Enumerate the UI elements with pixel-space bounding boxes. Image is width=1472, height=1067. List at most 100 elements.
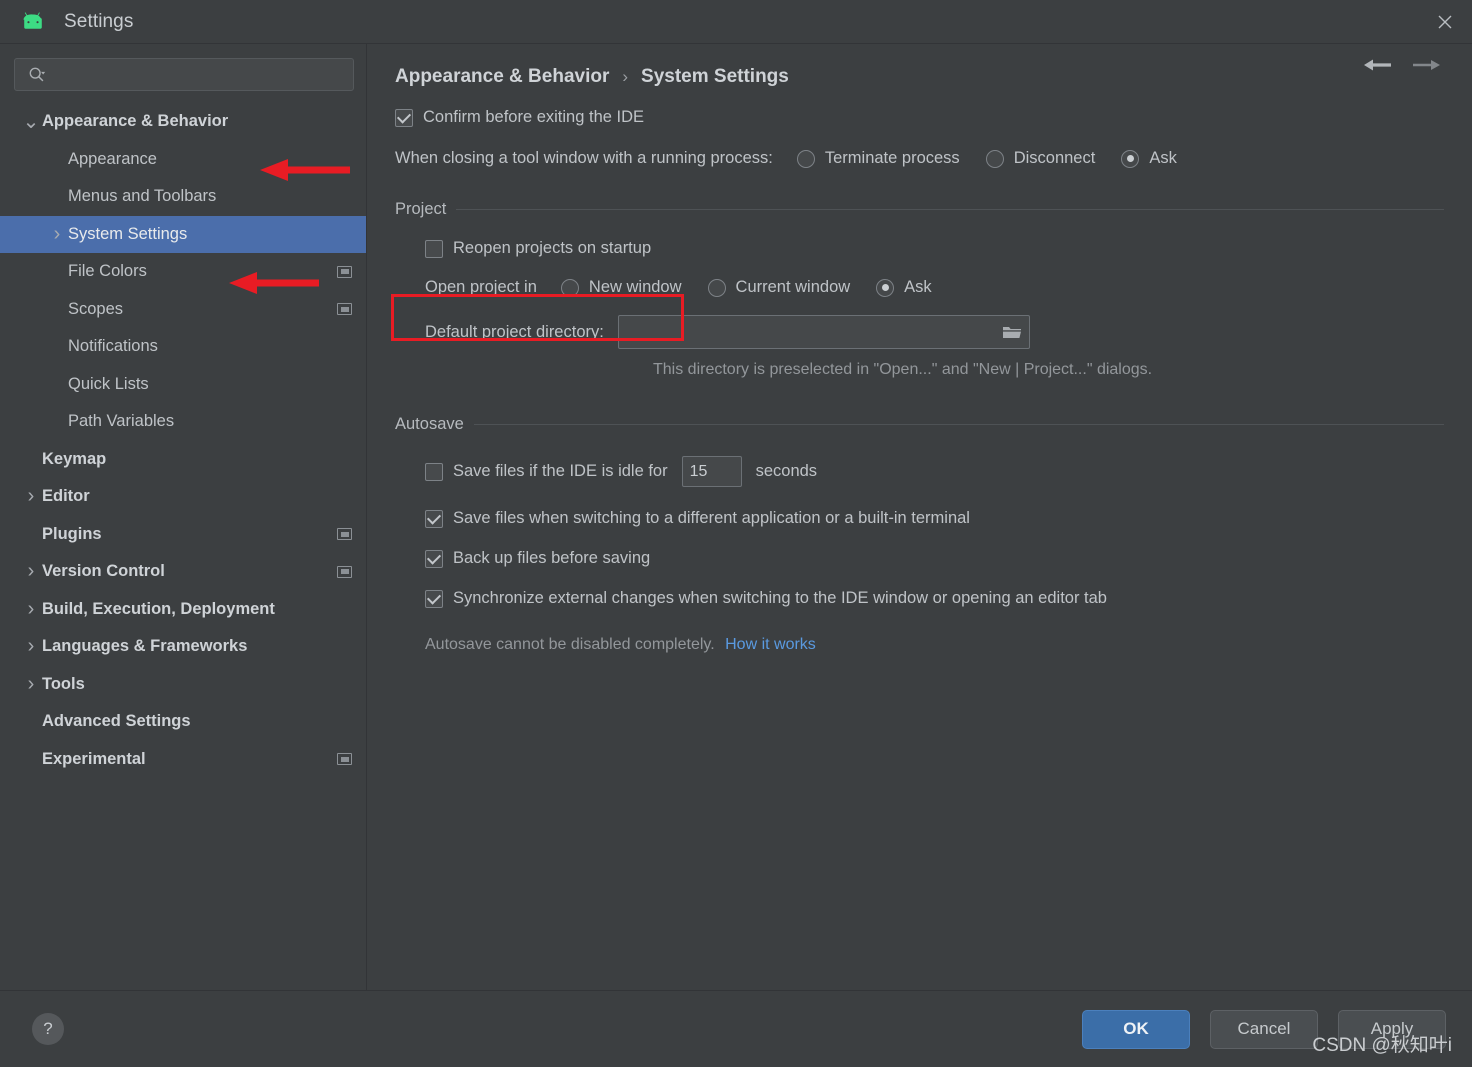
sidebar-item-label: Experimental (42, 749, 146, 768)
sidebar-item-path-variables[interactable]: Path Variables (0, 403, 366, 441)
project-scope-icon (337, 265, 352, 278)
sidebar-item-scopes[interactable]: Scopes (0, 291, 366, 329)
sidebar-item-label: Version Control (42, 562, 165, 581)
how-it-works-link[interactable]: How it works (725, 636, 816, 653)
forward-button[interactable] (1412, 56, 1442, 79)
sidebar-item-notifications[interactable]: Notifications (0, 328, 366, 366)
back-button[interactable] (1362, 56, 1392, 79)
autosave-switch-app-checkbox[interactable] (425, 509, 443, 528)
radio-ask-tool-window[interactable]: Ask (1121, 149, 1177, 168)
ok-button[interactable]: OK (1082, 1009, 1190, 1049)
arrow-right-icon (1413, 60, 1440, 70)
sidebar-item-build-execution-deployment[interactable]: › Build, Execution, Deployment (0, 591, 366, 629)
sidebar-item-label: Quick Lists (68, 374, 149, 393)
terminate-process-radio[interactable] (796, 149, 815, 168)
radio-new-window[interactable]: New window (560, 278, 682, 297)
sidebar-item-label: Menus and Toolbars (68, 187, 217, 206)
apply-button[interactable]: Apply (1338, 1009, 1446, 1049)
radio-ask-open-project[interactable]: Ask (876, 278, 932, 297)
reopen-projects-checkbox[interactable] (425, 239, 443, 258)
breadcrumb-parent[interactable]: Appearance & Behavior (395, 66, 609, 88)
arrow-left-icon (1364, 59, 1391, 71)
sidebar-item-experimental[interactable]: Experimental (0, 741, 366, 779)
chevron-right-icon[interactable]: › (20, 598, 42, 621)
chevron-right-icon[interactable]: › (20, 635, 42, 658)
default-project-directory-field[interactable] (617, 315, 1030, 349)
help-button[interactable]: ? (32, 1013, 64, 1045)
autosave-idle-seconds-input[interactable] (681, 456, 742, 487)
reopen-projects-label: Reopen projects on startup (453, 239, 652, 257)
new-window-radio[interactable] (560, 278, 579, 297)
sidebar-item-label: Languages & Frameworks (42, 637, 248, 656)
ask-open-project-radio[interactable] (876, 278, 895, 297)
default-project-directory-input[interactable] (624, 323, 1001, 341)
sidebar-item-languages-frameworks[interactable]: › Languages & Frameworks (0, 628, 366, 666)
close-button[interactable] (1418, 0, 1472, 43)
autosave-sync-row[interactable]: Synchronize external changes when switch… (425, 589, 1444, 608)
autosave-idle-checkbox[interactable] (425, 462, 443, 481)
search-input[interactable] (53, 66, 345, 83)
search-icon (29, 67, 46, 81)
sidebar-item-label: Advanced Settings (42, 712, 191, 731)
sidebar-item-menus-and-toolbars[interactable]: Menus and Toolbars (0, 178, 366, 216)
autosave-backup-row[interactable]: Back up files before saving (425, 549, 1444, 568)
sidebar-item-label: Keymap (42, 449, 107, 468)
default-project-directory-row: Default project directory: (425, 315, 1444, 349)
sidebar-item-plugins[interactable]: Plugins (0, 516, 366, 554)
radio-current-window[interactable]: Current window (707, 278, 850, 297)
project-group-divider (456, 209, 1444, 210)
open-project-in-row: Open project in New window Current windo… (425, 278, 1444, 297)
radio-terminate-process[interactable]: Terminate process (796, 149, 960, 168)
autosave-group-divider (473, 424, 1444, 425)
sidebar-item-system-settings[interactable]: › System Settings (0, 215, 366, 253)
confirm-exit-checkbox[interactable] (395, 108, 413, 127)
confirm-exit-row[interactable]: Confirm before exiting the IDE (395, 108, 1444, 127)
settings-tree: ⌄ Appearance & Behavior Appearance Menus an… (0, 101, 366, 990)
close-icon (1438, 15, 1452, 28)
chevron-right-icon[interactable]: › (20, 485, 42, 508)
terminate-process-label: Terminate process (824, 149, 960, 167)
sidebar-item-tools[interactable]: › Tools (0, 666, 366, 704)
autosave-idle-label-before: Save files if the IDE is idle for (453, 462, 668, 480)
breadcrumb-separator: › (622, 67, 629, 86)
ask-tool-window-radio[interactable] (1121, 149, 1140, 168)
sidebar-item-version-control[interactable]: › Version Control (0, 553, 366, 591)
cancel-button[interactable]: Cancel (1210, 1009, 1318, 1049)
browse-folder-button[interactable] (1001, 322, 1023, 342)
sidebar-item-advanced-settings[interactable]: Advanced Settings (0, 703, 366, 741)
sidebar-item-quick-lists[interactable]: Quick Lists (0, 366, 366, 404)
project-scope-icon (337, 565, 352, 578)
sidebar-item-label: Plugins (42, 524, 102, 543)
sidebar-item-keymap[interactable]: Keymap (0, 441, 366, 479)
sidebar-item-editor[interactable]: › Editor (0, 478, 366, 516)
chevron-right-icon[interactable]: › (20, 673, 42, 696)
breadcrumb-current: System Settings (641, 66, 789, 87)
chevron-right-icon[interactable]: › (20, 560, 42, 583)
sidebar-item-appearance[interactable]: Appearance (0, 141, 366, 179)
default-project-directory-label: Default project directory: (425, 322, 604, 341)
disconnect-radio[interactable] (985, 149, 1004, 168)
sidebar-item-label: Notifications (68, 337, 158, 356)
main-panel: Appearance & Behavior › System Settings (367, 44, 1472, 990)
sidebar-item-file-colors[interactable]: File Colors (0, 253, 366, 291)
breadcrumb: Appearance & Behavior › System Settings (367, 44, 1472, 88)
autosave-group-title: Autosave (395, 415, 464, 433)
current-window-radio[interactable] (707, 278, 726, 297)
reopen-projects-row[interactable]: Reopen projects on startup (425, 239, 1444, 258)
settings-content: Confirm before exiting the IDE When clos… (367, 108, 1472, 654)
autosave-backup-checkbox[interactable] (425, 549, 443, 568)
autosave-switch-app-row[interactable]: Save files when switching to a different… (425, 509, 1444, 528)
ask-open-project-label: Ask (904, 278, 932, 296)
default-project-directory-hint-wrap: This directory is preselected in "Open..… (653, 361, 1444, 379)
autosave-switch-app-label: Save files when switching to a different… (453, 509, 970, 527)
search-box[interactable] (14, 58, 354, 91)
radio-disconnect[interactable]: Disconnect (985, 149, 1095, 168)
sidebar-item-appearance-behavior[interactable]: ⌄ Appearance & Behavior (0, 103, 366, 141)
sidebar-item-label: Build, Execution, Deployment (42, 599, 275, 618)
chevron-right-icon[interactable]: › (46, 223, 68, 246)
autosave-note-row: Autosave cannot be disabled completely. … (425, 636, 1444, 654)
sidebar-item-label: Appearance & Behavior (42, 112, 229, 131)
autosave-sync-checkbox[interactable] (425, 589, 443, 608)
sidebar-item-label: Path Variables (68, 412, 175, 431)
chevron-down-icon[interactable]: ⌄ (20, 112, 42, 132)
